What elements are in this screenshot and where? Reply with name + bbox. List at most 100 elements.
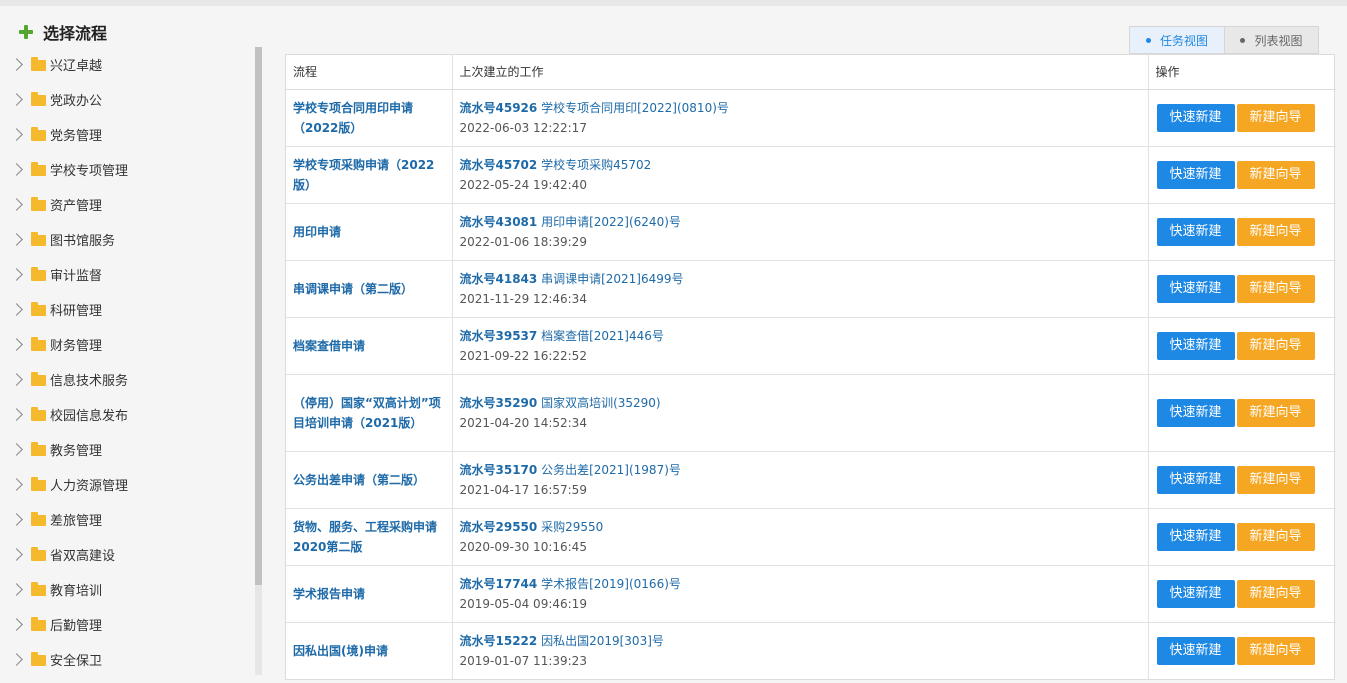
tree-item[interactable]: 兴辽卓越: [0, 47, 250, 82]
create-wizard-button[interactable]: 新建向导: [1236, 274, 1315, 303]
folder-icon: [31, 267, 46, 281]
create-wizard-button[interactable]: 新建向导: [1236, 331, 1315, 360]
tree-item[interactable]: 校园信息发布: [0, 397, 250, 432]
chevron-right-icon[interactable]: [10, 618, 23, 631]
quick-create-button[interactable]: 快速新建: [1156, 465, 1235, 494]
table-row: 用印申请 流水号43081 用印申请[2022](6240)号 2022-01-06…: [286, 203, 1336, 261]
chevron-right-icon[interactable]: [10, 583, 23, 596]
process-name-link[interactable]: 学术报告申请: [293, 584, 452, 604]
create-wizard-button[interactable]: 新建向导: [1236, 579, 1315, 608]
quick-create-button[interactable]: 快速新建: [1156, 398, 1235, 427]
task-view-button[interactable]: 任务视图: [1130, 27, 1224, 53]
table-row: 公务出差申请（第二版） 流水号35170 公务出差[2021](1987)号 202…: [286, 451, 1336, 509]
create-wizard-button[interactable]: 新建向导: [1236, 217, 1315, 246]
chevron-right-icon[interactable]: [10, 513, 23, 526]
chevron-right-icon[interactable]: [10, 128, 23, 141]
process-name-link[interactable]: 档案查借申请: [293, 336, 452, 356]
tree-item[interactable]: 科研管理: [0, 292, 250, 327]
tree-item-label: 安全保卫: [50, 654, 103, 669]
create-wizard-button[interactable]: 新建向导: [1236, 522, 1315, 551]
last-work-link[interactable]: 流水号45926 学校专项合同用印[2022](0810)号: [460, 98, 1148, 118]
chevron-right-icon[interactable]: [10, 303, 23, 316]
actions-cell: 快速新建 新建向导: [1147, 146, 1336, 204]
process-cell: 货物、服务、工程采购申请2020第二版: [286, 508, 452, 566]
quick-create-button[interactable]: 快速新建: [1156, 103, 1235, 132]
quick-create-button[interactable]: 快速新建: [1156, 217, 1235, 246]
quick-create-button[interactable]: 快速新建: [1156, 636, 1235, 665]
create-wizard-button[interactable]: 新建向导: [1236, 160, 1315, 189]
chevron-right-icon[interactable]: [10, 373, 23, 386]
view-switch: 任务视图 列表视图: [1129, 26, 1319, 54]
process-name-link[interactable]: 学校专项采购申请（2022版）: [293, 155, 452, 195]
chevron-right-icon[interactable]: [10, 653, 23, 666]
serial-number: 流水号45702: [459, 157, 538, 172]
last-work-cell: 流水号39537 档案查借[2021]446号 2021-09-22 16:22:…: [451, 317, 1148, 375]
scrollbar-thumb[interactable]: [255, 47, 262, 585]
quick-create-button[interactable]: 快速新建: [1156, 331, 1235, 360]
process-name-link[interactable]: 用印申请: [293, 222, 452, 242]
chevron-right-icon[interactable]: [10, 93, 23, 106]
tree-item[interactable]: 人力资源管理: [0, 467, 250, 502]
tree-item[interactable]: 学校专项管理: [0, 152, 250, 187]
serial-number: 流水号39537: [459, 328, 538, 343]
chevron-right-icon[interactable]: [10, 268, 23, 281]
tree-item[interactable]: 图书馆服务: [0, 222, 250, 257]
chevron-right-icon[interactable]: [10, 443, 23, 456]
tree-item[interactable]: 党政办公: [0, 82, 250, 117]
quick-create-button[interactable]: 快速新建: [1156, 160, 1235, 189]
chevron-right-icon[interactable]: [10, 338, 23, 351]
folder-icon: [31, 617, 46, 631]
last-work-link[interactable]: 流水号39537 档案查借[2021]446号: [460, 326, 1148, 346]
folder-icon: [31, 232, 46, 246]
tree-item[interactable]: 财务管理: [0, 327, 250, 362]
tree-item[interactable]: 信息技术服务: [0, 362, 250, 397]
process-name-link[interactable]: 因私出国(境)申请: [293, 641, 452, 661]
chevron-right-icon[interactable]: [10, 58, 23, 71]
tree-item[interactable]: 省双高建设: [0, 537, 250, 572]
last-work-link[interactable]: 流水号15222 因私出国2019[303]号: [460, 631, 1148, 651]
last-work-link[interactable]: 流水号43081 用印申请[2022](6240)号: [460, 212, 1148, 232]
create-wizard-button[interactable]: 新建向导: [1236, 398, 1315, 427]
header-process: 流程: [286, 55, 452, 90]
last-work-link[interactable]: 流水号45702 学校专项采购45702: [460, 155, 1148, 175]
last-work-link[interactable]: 流水号41843 串调课申请[2021]6499号: [460, 269, 1148, 289]
serial-number: 流水号43081: [459, 214, 538, 229]
chevron-right-icon[interactable]: [10, 163, 23, 176]
serial-number: 流水号35290: [459, 395, 538, 410]
tree-item[interactable]: 教务管理: [0, 432, 250, 467]
quick-create-button[interactable]: 快速新建: [1156, 522, 1235, 551]
chevron-right-icon[interactable]: [10, 408, 23, 421]
work-timestamp: 2022-05-24 19:42:40: [459, 177, 587, 192]
last-work-link[interactable]: 流水号35170 公务出差[2021](1987)号: [460, 460, 1148, 480]
create-wizard-button[interactable]: 新建向导: [1236, 636, 1315, 665]
folder-icon: [31, 477, 46, 491]
process-cell: 用印申请: [286, 203, 452, 261]
process-name-link[interactable]: 串调课申请（第二版）: [293, 279, 452, 299]
chevron-right-icon[interactable]: [10, 233, 23, 246]
last-work-link[interactable]: 流水号17744 学术报告[2019](0166)号: [460, 574, 1148, 594]
last-work-link[interactable]: 流水号29550 采购29550: [460, 517, 1148, 537]
last-work-cell: 流水号29550 采购29550 2020-09-30 10:16:45: [451, 508, 1148, 566]
tree-item[interactable]: 资产管理: [0, 187, 250, 222]
tree-item[interactable]: 审计监督: [0, 257, 250, 292]
process-name-link[interactable]: 货物、服务、工程采购申请2020第二版: [293, 517, 452, 557]
last-work-link[interactable]: 流水号35290 国家双高培训(35290): [460, 393, 1148, 413]
process-name-link[interactable]: （停用）国家“双高计划”项目培训申请（2021版）: [293, 393, 452, 433]
tree-item[interactable]: 教育培训: [0, 572, 250, 607]
tree-item[interactable]: 党务管理: [0, 117, 250, 152]
create-wizard-button[interactable]: 新建向导: [1236, 103, 1315, 132]
process-name-link[interactable]: 学校专项合同用印申请（2022版）: [293, 98, 452, 138]
process-name-link[interactable]: 公务出差申请（第二版）: [293, 470, 452, 490]
sidebar-scrollbar[interactable]: [255, 47, 262, 675]
tree-item[interactable]: 差旅管理: [0, 502, 250, 537]
process-cell: 学校专项采购申请（2022版）: [286, 146, 452, 204]
tree-item[interactable]: 后勤管理: [0, 607, 250, 642]
chevron-right-icon[interactable]: [10, 198, 23, 211]
chevron-right-icon[interactable]: [10, 478, 23, 491]
tree-item[interactable]: 安全保卫: [0, 642, 250, 677]
create-wizard-button[interactable]: 新建向导: [1236, 465, 1315, 494]
quick-create-button[interactable]: 快速新建: [1156, 579, 1235, 608]
quick-create-button[interactable]: 快速新建: [1156, 274, 1235, 303]
list-view-button[interactable]: 列表视图: [1224, 27, 1318, 53]
chevron-right-icon[interactable]: [10, 548, 23, 561]
